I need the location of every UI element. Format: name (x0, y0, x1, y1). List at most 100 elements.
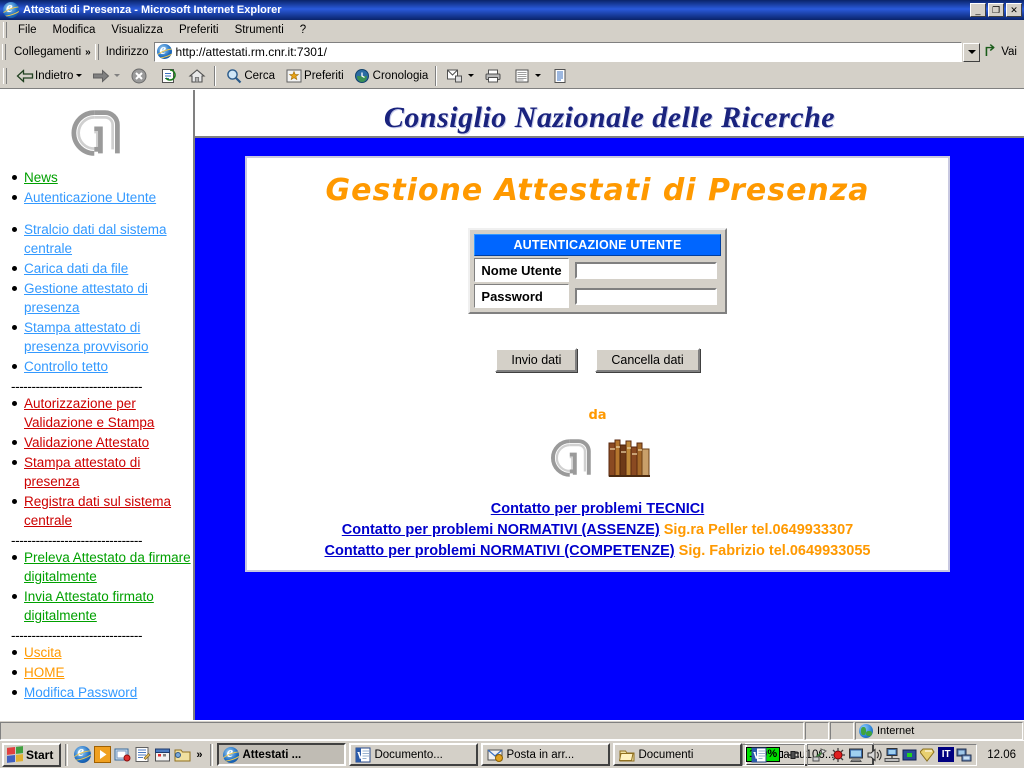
tray-status-icon[interactable] (902, 747, 918, 763)
sidebar-item-carica-dati[interactable]: Carica dati da file (8, 259, 193, 278)
tray-display-icon[interactable] (848, 747, 864, 763)
address-input[interactable] (175, 45, 961, 59)
menu-modifica[interactable]: Modifica (45, 22, 104, 38)
sidebar-item-preleva-attestato[interactable]: Preleva Attestato da firmare digitalment… (8, 548, 193, 586)
menu-preferiti[interactable]: Preferiti (171, 22, 227, 38)
back-button[interactable]: Indietro (10, 65, 86, 87)
stop-button[interactable] (124, 65, 153, 87)
ql-internet-explorer-icon[interactable] (74, 746, 92, 763)
sidebar-item-gestione-attestato[interactable]: Gestione attestato di presenza (8, 279, 193, 317)
sidebar-link-validazione-attestato[interactable]: Validazione Attestato (24, 435, 149, 450)
sidebar-item-news[interactable]: News (8, 168, 193, 187)
security-zone[interactable]: Internet (855, 721, 1023, 740)
sidebar-link-modifica-password[interactable]: Modifica Password (24, 685, 137, 700)
sidebar-item-controllo-tetto[interactable]: Controllo tetto (8, 357, 193, 376)
go-button[interactable]: Vai (980, 44, 1023, 60)
address-input-wrapper[interactable] (153, 42, 963, 62)
contact-link-assenze[interactable]: Contatto per problemi NORMATIVI (ASSENZE… (342, 522, 660, 538)
sidebar-item-modifica-password[interactable]: Modifica Password (8, 683, 193, 702)
sidebar-link-news[interactable]: News (24, 170, 58, 185)
back-dropdown-icon[interactable] (76, 74, 83, 77)
sidebar-item-uscita[interactable]: Uscita (8, 643, 193, 662)
forward-button[interactable] (86, 65, 124, 87)
ql-show-desktop-icon[interactable] (114, 746, 131, 763)
minimize-button[interactable]: _ (970, 3, 986, 17)
sidebar-item-stampa-provvisorio[interactable]: Stampa attestato di presenza provvisorio (8, 318, 193, 356)
sidebar-item-stampa-attestato[interactable]: Stampa attestato di presenza (8, 453, 193, 491)
mail-dropdown-icon[interactable] (468, 74, 475, 77)
task-button-posta[interactable]: Posta in arr... (481, 743, 611, 766)
restore-button[interactable]: ❐ (988, 3, 1004, 17)
close-button[interactable]: ✕ (1006, 3, 1022, 17)
ql-calendar-icon[interactable] (154, 746, 171, 763)
sidebar-link-uscita[interactable]: Uscita (24, 645, 62, 660)
edit-button[interactable] (507, 65, 545, 87)
menubar-grip[interactable] (3, 22, 7, 38)
refresh-button[interactable] (153, 65, 182, 87)
tray-antivirus-icon[interactable] (830, 747, 846, 763)
links-toolbar-button[interactable]: Collegamenti » (9, 45, 94, 59)
sidebar-link-stampa-attestato[interactable]: Stampa attestato di presenza (24, 455, 140, 489)
sidebar-link-preleva-attestato[interactable]: Preleva Attestato da firmare digitalment… (24, 550, 191, 584)
favorites-button[interactable]: Preferiti (279, 65, 348, 87)
sidebar-item-autorizzazione[interactable]: Autorizzazione per Validazione e Stampa (8, 394, 193, 432)
menu-file[interactable]: File (10, 22, 45, 38)
tray-network-icon[interactable] (812, 747, 828, 763)
discuss-button[interactable] (545, 65, 574, 87)
start-button[interactable]: Start (2, 742, 62, 767)
contact-link-competenze[interactable]: Contatto per problemi NORMATIVI (COMPETE… (325, 543, 675, 559)
menu-help[interactable]: ? (292, 22, 314, 38)
sidebar-item-autenticazione-utente[interactable]: Autenticazione Utente (8, 188, 193, 207)
sidebar-link-stampa-provvisorio[interactable]: Stampa attestato di presenza provvisorio (24, 320, 149, 354)
mail-button[interactable] (440, 65, 478, 87)
sidebar-link-controllo-tetto[interactable]: Controllo tetto (24, 359, 108, 374)
tray-shield-icon[interactable] (919, 747, 936, 763)
sidebar-item-invia-attestato[interactable]: Invia Attestato firmato digitalmente (8, 587, 193, 625)
tray-modem-icon[interactable] (956, 747, 972, 763)
sidebar-item-stralcio-dati[interactable]: Stralcio dati dal sistema centrale (8, 220, 193, 258)
contact-link-technical[interactable]: Contatto per problemi TECNICI (491, 501, 704, 517)
menu-visualizza[interactable]: Visualizza (103, 22, 171, 38)
forward-dropdown-icon[interactable] (114, 74, 121, 77)
search-button[interactable]: Cerca (219, 65, 279, 87)
sidebar-nav-list: News Autenticazione Utente Stralcio dati… (0, 168, 193, 702)
task-button-attestati[interactable]: Attestati ... (217, 743, 347, 766)
password-input[interactable] (574, 287, 717, 305)
reset-button[interactable]: Cancella dati (595, 348, 700, 372)
cnr-banner: Consiglio Nazionale delle Ricerche (195, 90, 1024, 138)
sidebar-link-invia-attestato[interactable]: Invia Attestato firmato digitalmente (24, 589, 154, 623)
toolbar-grip[interactable] (3, 67, 7, 84)
submit-button[interactable]: Invio dati (495, 348, 578, 372)
sidebar-link-stralcio-dati[interactable]: Stralcio dati dal sistema centrale (24, 222, 167, 256)
language-indicator[interactable]: IT (938, 747, 955, 762)
address-dropdown-button[interactable] (963, 42, 981, 62)
sidebar-link-registra-dati[interactable]: Registra dati sul sistema centrale (24, 494, 171, 528)
sidebar-link-gestione-attestato[interactable]: Gestione attestato di presenza (24, 281, 148, 315)
tray-network-connection-icon[interactable] (884, 747, 900, 763)
edit-dropdown-icon[interactable] (535, 74, 542, 77)
ql-folder-icon[interactable] (174, 746, 191, 763)
tray-volume-icon[interactable] (866, 747, 882, 763)
menu-strumenti[interactable]: Strumenti (227, 22, 292, 38)
system-tray: IT (807, 743, 978, 766)
sidebar-link-autorizzazione[interactable]: Autorizzazione per Validazione e Stampa (24, 396, 154, 430)
task-button-documento[interactable]: W Documento... (349, 743, 479, 766)
links-grip[interactable] (2, 44, 6, 60)
username-input[interactable] (574, 261, 717, 279)
quick-launch-overflow-icon[interactable]: » (194, 749, 204, 761)
ql-notepad-icon[interactable] (134, 746, 151, 763)
history-button[interactable]: Cronologia (348, 65, 433, 87)
home-button[interactable] (182, 65, 211, 87)
address-grip[interactable] (94, 44, 99, 60)
sidebar-link-autenticazione-utente[interactable]: Autenticazione Utente (24, 190, 156, 205)
print-button[interactable] (478, 65, 507, 87)
taskbar-clock[interactable]: 12.06 (979, 749, 1022, 761)
sidebar-item-registra-dati[interactable]: Registra dati sul sistema centrale (8, 492, 193, 530)
ql-media-player-icon[interactable] (94, 746, 112, 763)
sidebar-link-home[interactable]: HOME (24, 665, 65, 680)
sidebar-link-carica-dati[interactable]: Carica dati da file (24, 261, 128, 276)
table-row-password: Password (474, 284, 721, 308)
sidebar-item-validazione-attestato[interactable]: Validazione Attestato (8, 433, 193, 452)
sidebar-item-home[interactable]: HOME (8, 663, 193, 682)
task-button-documenti[interactable]: Documenti (613, 743, 743, 766)
